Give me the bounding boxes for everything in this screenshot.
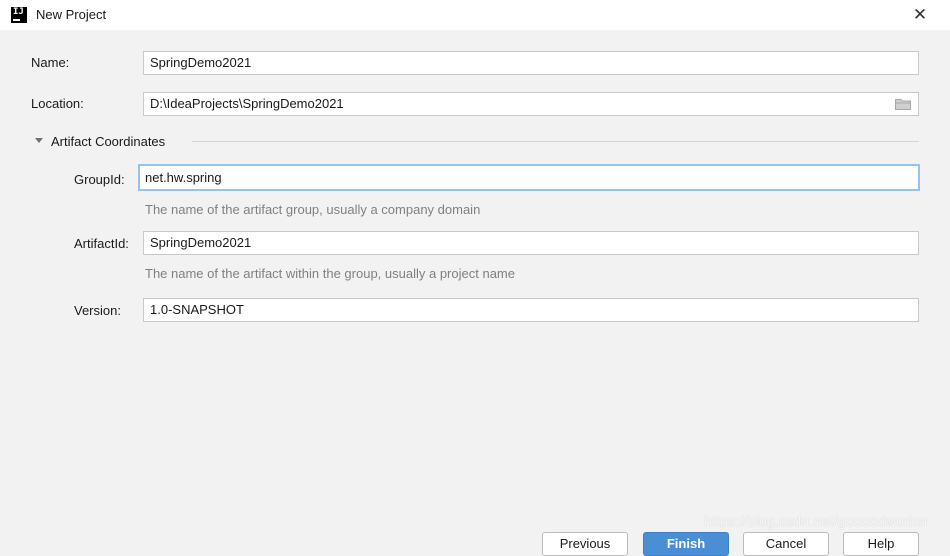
cancel-button[interactable]: Cancel [743,532,829,556]
location-field[interactable]: D:\IdeaProjects\SpringDemo2021 [143,92,919,116]
help-button[interactable]: Help [843,532,919,556]
version-label: Version: [74,303,121,318]
watermark: https://blog.csdn.net/goooodworker [704,513,929,529]
artifact-coordinates-title[interactable]: Artifact Coordinates [51,134,165,149]
artifactid-label: ArtifactId: [74,236,129,251]
folder-icon[interactable] [895,98,911,110]
intellij-icon: IJ [11,7,27,23]
close-icon[interactable]: ✕ [908,3,932,27]
artifactid-hint: The name of the artifact within the grou… [145,266,515,281]
title-bar: IJ New Project ✕ [0,0,950,30]
name-label: Name: [31,55,70,70]
version-field[interactable]: 1.0-SNAPSHOT [143,298,919,322]
location-label: Location: [31,96,84,111]
name-field[interactable]: SpringDemo2021 [143,51,919,75]
section-divider [192,141,919,142]
collapse-arrow-icon[interactable] [34,135,44,145]
groupid-hint: The name of the artifact group, usually … [145,202,481,217]
groupid-label: GroupId: [74,172,125,187]
window-title: New Project [36,7,107,22]
finish-button[interactable]: Finish [643,532,729,556]
groupid-field[interactable]: net.hw.spring [138,164,920,191]
previous-button[interactable]: Previous [542,532,628,556]
artifactid-field[interactable]: SpringDemo2021 [143,231,919,255]
